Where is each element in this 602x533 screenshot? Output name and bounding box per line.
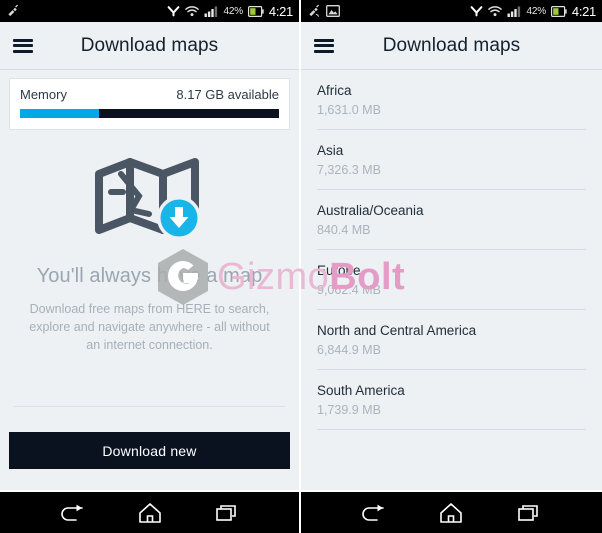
memory-label: Memory — [20, 87, 67, 102]
gps-icon — [309, 4, 320, 17]
region-list-item[interactable]: South America 1,739.9 MB — [317, 370, 586, 430]
page-title: Download maps — [80, 34, 219, 56]
battery-icon — [247, 5, 264, 17]
bluetooth-icon — [471, 6, 483, 17]
clock-label: 4:21 — [571, 3, 596, 19]
empty-state-title: You'll always have a map — [36, 265, 263, 287]
home-icon[interactable] — [133, 500, 167, 526]
wifi-icon — [488, 6, 503, 17]
wifi-icon — [185, 6, 200, 17]
home-icon[interactable] — [434, 500, 468, 526]
region-size: 1,631.0 MB — [317, 103, 381, 117]
android-navigation-bar-screen2 — [301, 490, 602, 533]
region-name: Europe — [317, 263, 361, 278]
region-list: Africa 1,631.0 MB Asia 7,326.3 MB Australia/… — [301, 70, 602, 430]
back-icon[interactable] — [357, 500, 391, 526]
region-name: Asia — [317, 143, 344, 158]
battery-percent-label: 42% — [223, 5, 243, 17]
battery-percent-label: 42% — [526, 5, 546, 17]
back-icon[interactable] — [56, 500, 90, 526]
screen2-content[interactable]: Africa 1,631.0 MB Asia 7,326.3 MB Australia/… — [301, 70, 602, 490]
recents-icon[interactable] — [210, 500, 244, 526]
clock-label: 4:21 — [268, 3, 293, 19]
region-name: Australia/Oceania — [317, 203, 424, 218]
region-size: 9,062.4 MB — [317, 283, 381, 297]
gps-icon — [8, 4, 19, 17]
phone-screen-download-maps-list: 42% 4:21 Download maps Africa 1,631.0 MB A… — [301, 0, 602, 533]
empty-state-description: Download free maps from HERE to search, … — [29, 302, 270, 352]
hamburger-icon[interactable] — [314, 38, 334, 53]
signal-icon — [204, 6, 218, 17]
recents-icon[interactable] — [512, 500, 546, 526]
region-size: 6,844.9 MB — [317, 343, 381, 357]
bluetooth-icon — [168, 6, 180, 17]
empty-state-hero: You'll always have a map Download free m… — [0, 130, 299, 406]
memory-progress-fill — [20, 109, 99, 118]
memory-available-value: 8.17 GB available — [176, 87, 279, 102]
battery-icon — [550, 5, 567, 17]
page-title: Download maps — [382, 34, 521, 56]
footer-area: Download new — [0, 407, 299, 490]
region-list-item[interactable]: Africa 1,631.0 MB — [317, 70, 586, 130]
download-new-button[interactable]: Download new — [9, 432, 290, 469]
screenshot-stage: 42% 4:21 Download maps Memory 8.17 GB av… — [0, 0, 602, 533]
app-bar-screen1: Download maps — [0, 22, 299, 70]
status-bar-right-icons-screen2: 42% 4:21 — [470, 4, 596, 19]
region-size: 7,326.3 MB — [317, 163, 381, 177]
memory-card: Memory 8.17 GB available — [9, 78, 290, 130]
region-size: 840.4 MB — [317, 223, 371, 237]
region-list-item[interactable]: Europe 9,062.4 MB — [317, 250, 586, 310]
app-bar-screen2: Download maps — [301, 22, 602, 70]
region-name: North and Central America — [317, 323, 477, 338]
android-navigation-bar-screen1 — [0, 490, 299, 533]
region-name: South America — [317, 383, 405, 398]
phone-screen-download-maps-empty: 42% 4:21 Download maps Memory 8.17 GB av… — [0, 0, 301, 533]
region-name: Africa — [317, 83, 352, 98]
region-size: 1,739.9 MB — [317, 403, 381, 417]
memory-progress-bar — [20, 109, 279, 118]
status-bar-left-icons-screen2 — [307, 4, 340, 18]
memory-card-header: Memory 8.17 GB available — [20, 87, 279, 102]
status-bar-screen1: 42% 4:21 — [0, 0, 299, 22]
region-list-item[interactable]: Australia/Oceania 840.4 MB — [317, 190, 586, 250]
status-bar-right-icons: 42% 4:21 — [167, 4, 293, 19]
status-bar-left-icons — [6, 4, 20, 18]
region-list-item[interactable]: North and Central America 6,844.9 MB — [317, 310, 586, 370]
signal-icon — [507, 6, 521, 17]
folded-map-with-download-badge-icon — [91, 152, 209, 244]
hamburger-icon[interactable] — [13, 38, 33, 53]
region-list-item[interactable]: Asia 7,326.3 MB — [317, 130, 586, 190]
status-bar-screen2: 42% 4:21 — [301, 0, 602, 22]
image-icon — [326, 5, 340, 17]
screen1-content: Memory 8.17 GB available You'll always h… — [0, 70, 299, 490]
